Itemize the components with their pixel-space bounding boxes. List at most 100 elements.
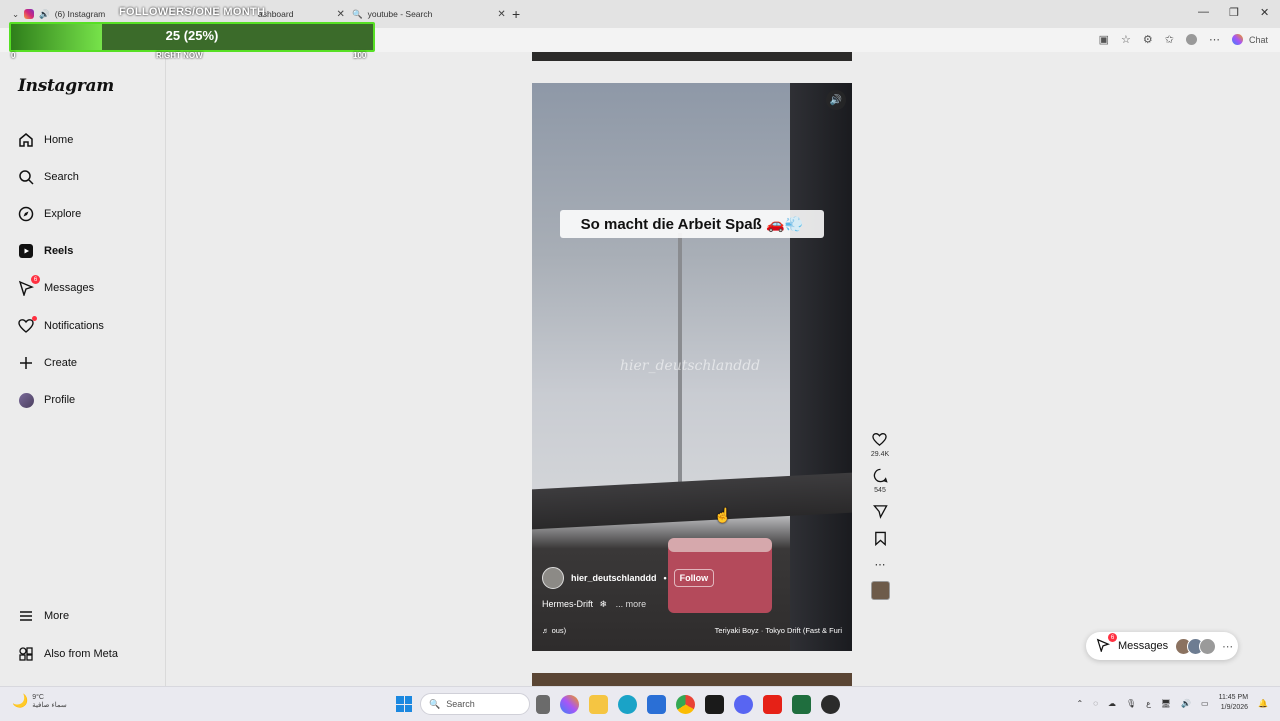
heart-icon[interactable] [872, 432, 888, 449]
author-username[interactable]: hier_deutschlanddd [571, 573, 657, 583]
sidebar-item-also-from-meta[interactable]: Also from Meta [18, 646, 118, 662]
youtube-app-icon[interactable] [763, 695, 782, 714]
obs-app-icon[interactable] [821, 695, 840, 714]
sidebar-item-explore[interactable]: Explore [18, 206, 81, 222]
heart-icon [18, 316, 37, 334]
followers-progress-bar: 25 (25%) [9, 22, 375, 52]
more-dots-icon: ⋯ [1222, 640, 1234, 653]
chrome-app-icon[interactable] [676, 695, 695, 714]
messages-pill[interactable]: 6 Messages ⋯ [1086, 632, 1238, 660]
messages-pill-label: Messages [1118, 640, 1169, 652]
network-icon[interactable]: 🖥 [1161, 699, 1171, 708]
maximize-button[interactable]: ❐ [1229, 6, 1239, 19]
discord-app-icon[interactable] [734, 695, 753, 714]
overlay-title: FOLLOWERS/ONE MONTH [119, 6, 266, 18]
audio-left-text: ous) [551, 626, 567, 635]
extensions-icon[interactable]: ⚙ [1143, 33, 1153, 46]
reel-video[interactable]: So macht die Arbeit Spaß 🚗💨 hier_deutsch… [532, 83, 852, 651]
messenger-icon: 6 [18, 275, 40, 296]
chat-label[interactable]: Chat [1249, 35, 1268, 45]
system-tray: ⌃ ◌ ☁ 🎙 ع 🖥 🔊 ▭ 11:45 PM 1/9/2026 🔔 [1076, 693, 1268, 713]
cloud-icon[interactable]: ☁ [1108, 699, 1116, 708]
followers-goal-overlay: FOLLOWERS/ONE MONTH 25 (25%) 0 RIGHT NOW… [9, 4, 375, 60]
language-indicator[interactable]: ع [1146, 699, 1151, 708]
progress-value: 25 (25%) [165, 28, 219, 43]
tray-icon[interactable]: ◌ [1093, 699, 1098, 708]
tab-title: youtube - Search [367, 9, 433, 19]
more-action: ⋯ [875, 558, 886, 571]
terminal-app-icon[interactable] [792, 695, 811, 714]
previous-reel-edge[interactable] [532, 52, 852, 61]
edge-browser-icon[interactable] [618, 695, 637, 714]
battery-icon[interactable]: ▭ [1201, 699, 1209, 708]
sidebar-item-label: Create [44, 357, 78, 369]
store-app-icon[interactable] [647, 695, 666, 714]
sidebar-item-notifications[interactable]: Notifications [18, 316, 104, 334]
compass-icon [18, 206, 34, 222]
sidebar-item-label: Search [44, 171, 79, 183]
clock[interactable]: 11:45 PM 1/9/2026 [1219, 693, 1248, 713]
close-window-button[interactable]: ✕ [1260, 6, 1269, 19]
reel-actions: 29.4K 545 ⋯ [868, 432, 892, 610]
close-tab-icon[interactable]: ✕ [497, 9, 505, 20]
sidebar-item-search[interactable]: Search [18, 169, 79, 185]
sidebar-item-reels[interactable]: Reels [18, 243, 73, 259]
more-options-icon[interactable]: ⋯ [875, 558, 886, 571]
kick-app-icon[interactable] [705, 695, 724, 714]
next-reel-edge[interactable] [532, 673, 852, 686]
minimize-button[interactable]: — [1198, 6, 1209, 18]
red-box-lid-decor [668, 538, 772, 552]
author-avatar[interactable] [542, 567, 564, 589]
folder-app-icon[interactable] [589, 695, 608, 714]
mic-icon[interactable]: 🎙 [1126, 699, 1136, 708]
music-note-icon: ♬ [542, 626, 550, 635]
windows-start-icon[interactable] [396, 696, 412, 712]
temperature: 9°C [32, 693, 44, 701]
instagram-logo[interactable]: Instagram [18, 76, 114, 96]
reel-audio[interactable]: ♬ ous) Teriyaki Boyz · Tokyo Drift (Fast… [542, 626, 842, 635]
weather-text: سماء صافية [32, 701, 67, 709]
follow-button[interactable]: Follow [673, 569, 715, 587]
video-watermark: hier_deutschlanddd [620, 358, 761, 374]
favorite-star-icon[interactable]: ☆ [1121, 33, 1131, 46]
more-link[interactable]: ... more [616, 599, 647, 609]
sidebar-item-label: Profile [44, 394, 76, 406]
messenger-icon: 6 [1096, 633, 1117, 654]
audio-thumbnail[interactable] [870, 581, 890, 600]
share-icon[interactable] [872, 504, 888, 521]
comment-action: 545 [873, 468, 888, 494]
notifications-bell-icon[interactable]: 🔔 [1258, 699, 1268, 708]
search-icon: 🔍 [429, 698, 441, 709]
taskbar-apps [536, 695, 840, 714]
sidebar-item-home[interactable]: Home [18, 132, 73, 148]
sidebar-item-profile[interactable]: Profile [18, 392, 75, 408]
split-screen-icon[interactable]: ▣ [1099, 33, 1109, 46]
audio-thumb-action [870, 581, 890, 600]
comment-icon[interactable] [873, 468, 888, 485]
tray-chevron-icon[interactable]: ⌃ [1076, 699, 1083, 708]
copilot-icon[interactable] [1231, 34, 1243, 45]
speaker-icon[interactable]: 🔊 [1181, 699, 1191, 708]
weather-widget[interactable]: 🌙 9°C سماء صافية [12, 693, 67, 709]
copilot-app-icon[interactable] [560, 695, 579, 714]
taskbar-search[interactable]: 🔍 Search [420, 693, 530, 715]
sidebar-item-label: Messages [44, 282, 95, 294]
tab-youtube-search[interactable]: 🔍 youtube - Search ✕ [352, 4, 506, 24]
sidebar-item-label: Reels [44, 245, 74, 257]
moon-icon: 🌙 [12, 693, 29, 708]
time: 11:45 PM [1218, 694, 1249, 701]
progress-max-label: 100 [353, 51, 367, 60]
date: 1/9/2026 [1220, 704, 1249, 711]
sidebar-item-messages[interactable]: 6 Messages [18, 275, 95, 296]
volume-icon[interactable]: 🔊 [826, 90, 846, 110]
file-manager-app-icon[interactable] [536, 695, 550, 714]
sidebar-item-label: Also from Meta [44, 648, 118, 660]
bookmark-icon[interactable] [873, 531, 888, 548]
reel-author: hier_deutschlanddd • Follow [542, 567, 715, 589]
sidebar-item-more[interactable]: More [18, 608, 69, 624]
more-options-icon[interactable]: ⋯ [1209, 33, 1220, 46]
new-tab-button[interactable]: + [512, 4, 520, 24]
favorites-icon[interactable]: ✩ [1165, 33, 1174, 46]
sidebar-item-create[interactable]: Create [18, 355, 77, 371]
profile-avatar-icon[interactable] [1185, 34, 1197, 45]
